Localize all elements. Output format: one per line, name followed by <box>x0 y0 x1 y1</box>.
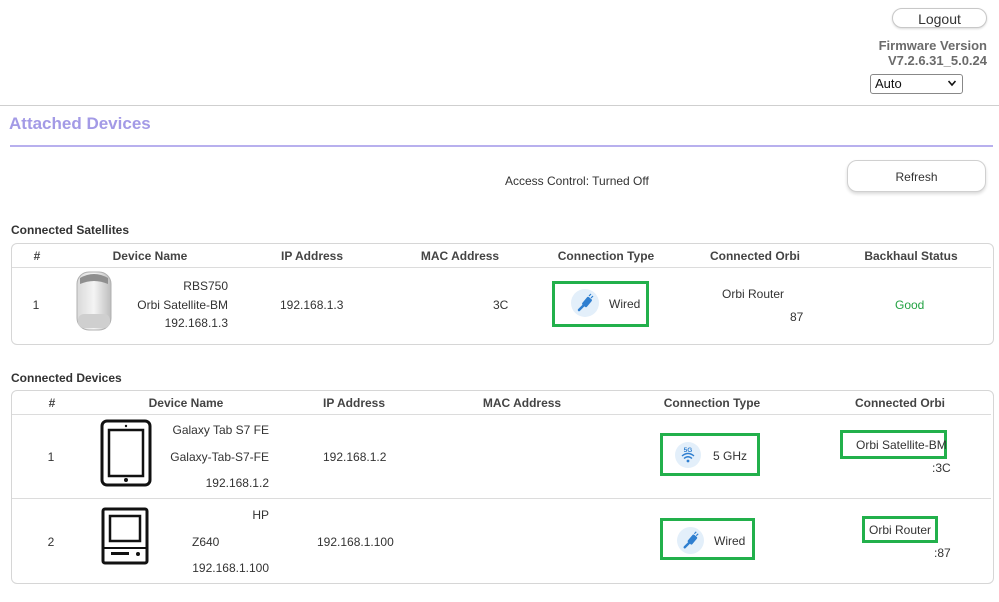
orbi-satellite-device-icon <box>76 271 112 331</box>
firmware-label: Firmware Version <box>878 38 987 53</box>
sat-header-separator <box>12 267 991 268</box>
devices-section-title: Connected Devices <box>11 371 122 385</box>
language-select-value: Auto <box>875 76 902 91</box>
page-title: Attached Devices <box>9 114 151 133</box>
sat-col-orbi: Connected Orbi <box>709 249 800 263</box>
ip-address: 192.168.1.3 <box>280 298 344 312</box>
refresh-button[interactable]: Refresh <box>847 160 986 192</box>
connected-orbi: Orbi Satellite-BM <box>856 438 947 452</box>
row-index: 1 <box>32 298 40 312</box>
sat-col-connection: Connection Type <box>557 249 655 263</box>
dev-col-connection: Connection Type <box>663 396 761 410</box>
connected-orbi-mac: :87 <box>934 546 951 560</box>
device-model: RBS750 <box>183 279 228 293</box>
ip-address: 192.168.1.2 <box>323 450 387 464</box>
dev-col-orbi: Connected Orbi <box>854 396 945 410</box>
device-ip-sub: 192.168.1.3 <box>164 316 228 330</box>
row-index: 2 <box>47 535 55 549</box>
title-divider <box>10 145 993 147</box>
sat-col-backhaul: Backhaul Status <box>864 249 958 263</box>
device-name: Z640 <box>192 535 220 549</box>
connection-type: Wired <box>714 534 746 548</box>
connected-orbi: Orbi Router <box>869 523 932 537</box>
ethernet-cable-icon <box>677 527 704 554</box>
row-index: 1 <box>47 450 55 464</box>
row-separator <box>12 498 991 499</box>
device-ip-sub: 192.168.1.2 <box>205 476 269 490</box>
device-name: Orbi Satellite-BM <box>137 298 228 312</box>
sat-col-ip: IP Address <box>280 249 344 263</box>
connected-orbi-mac: 87 <box>790 310 804 324</box>
language-select[interactable]: Auto <box>870 74 963 94</box>
dev-header-separator <box>12 414 991 415</box>
dev-col-ip: IP Address <box>322 396 386 410</box>
dev-col-device-name: Device Name <box>148 396 224 410</box>
sat-col-mac: MAC Address <box>420 249 500 263</box>
desktop-computer-icon <box>101 507 149 565</box>
logout-button[interactable]: Logout <box>892 8 987 28</box>
backhaul-status: Good <box>895 298 925 312</box>
device-model: Galaxy Tab S7 FE <box>172 423 270 437</box>
ip-address: 192.168.1.100 <box>317 535 394 549</box>
device-ip-sub: 192.168.1.100 <box>192 561 269 575</box>
dev-col-mac: MAC Address <box>482 396 562 410</box>
chevron-down-icon <box>948 80 956 87</box>
5g-wifi-icon: 5G <box>675 442 701 468</box>
satellites-section-title: Connected Satellites <box>11 223 130 237</box>
header-divider <box>0 105 999 106</box>
sat-col-index: # <box>33 249 41 263</box>
device-model: HP <box>252 508 269 522</box>
connected-orbi: Orbi Router <box>722 287 785 301</box>
sat-col-device-name: Device Name <box>112 249 188 263</box>
connection-type: Wired <box>609 297 641 311</box>
firmware-version: V7.2.6.31_5.0.24 <box>887 53 987 68</box>
dev-col-index: # <box>48 396 56 410</box>
ethernet-cable-icon <box>571 289 599 317</box>
connection-type: 5 GHz <box>713 449 748 463</box>
access-control-status: Access Control: Turned Off <box>505 174 649 188</box>
tablet-icon <box>100 419 152 487</box>
connected-orbi-mac: :3C <box>932 461 951 475</box>
device-name: Galaxy-Tab-S7-FE <box>170 450 269 464</box>
mac-address: 3C <box>493 298 509 312</box>
